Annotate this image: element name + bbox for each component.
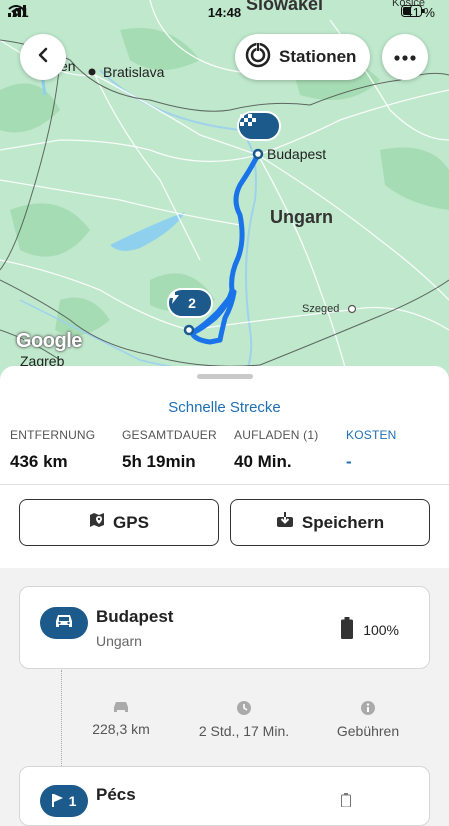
stop-title: Pécs [96, 785, 136, 804]
route-connector [61, 670, 62, 770]
stat-cost-label: KOSTEN [346, 428, 397, 442]
stop-subtitle: Ungarn [96, 633, 142, 649]
battery-level-value: 100% [363, 621, 399, 638]
google-attribution: Google [16, 330, 82, 352]
status-time: 14:48 [207, 5, 242, 20]
stat-duration-value: 5h 19min [122, 452, 196, 471]
map-label-hungary: Ungarn [270, 207, 333, 227]
clock-icon [188, 700, 300, 719]
car-icon [54, 613, 74, 634]
sheet-drag-handle[interactable] [197, 374, 253, 379]
save-button[interactable]: Speichern [230, 499, 430, 546]
leg-distance-value: 228,3 km [92, 721, 150, 737]
map-label-slovakia: Slowakei [246, 0, 324, 14]
download-icon [276, 512, 294, 533]
info-icon [328, 700, 408, 719]
chevron-left-icon [37, 47, 49, 68]
flag-icon [51, 793, 64, 810]
stop-number: 1 [68, 793, 77, 809]
stat-distance-value: 436 km [10, 452, 68, 471]
car-outline-icon [82, 700, 160, 717]
stop-card-budapest[interactable]: Budapest Ungarn 100% [19, 586, 430, 669]
stat-charging-label: AUFLADEN (1) [234, 428, 319, 442]
stop-battery: 100% [341, 617, 399, 642]
charging-stop-count: 2 [188, 295, 196, 311]
more-options-button[interactable] [382, 34, 428, 80]
route-type-label[interactable]: Schnelle Strecke [0, 399, 449, 416]
stat-charging-value: 40 Min. [234, 452, 292, 471]
ellipsis-icon [394, 48, 416, 66]
stat-distance: ENTFERNUNG 436 km [10, 428, 95, 472]
stop-title: Budapest [96, 607, 174, 626]
back-button[interactable] [20, 34, 66, 80]
car-badge [40, 607, 88, 639]
stat-distance-label: ENTFERNUNG [10, 428, 96, 442]
leg-fees[interactable]: Gebühren [328, 700, 408, 739]
battery-level-icon [341, 793, 351, 812]
battery-level-icon [341, 617, 354, 642]
charging-stop-badge: 1 [40, 785, 88, 817]
stat-charging: AUFLADEN (1) 40 Min. [234, 428, 318, 472]
gps-button[interactable]: GPS [19, 499, 219, 546]
leg-distance: 228,3 km [82, 700, 160, 737]
map-pin-icon [89, 512, 105, 533]
stat-cost-value: - [346, 452, 352, 471]
map-label-szeged: Szeged [302, 303, 340, 315]
stations-button[interactable]: Stationen [235, 34, 371, 80]
map-label-budapest: Budapest [267, 146, 327, 162]
stat-duration-label: GESAMTDAUER [122, 428, 217, 442]
stop-card-pecs[interactable]: 1 Pécs [19, 766, 430, 826]
stat-duration: GESAMTDAUER 5h 19min [122, 428, 217, 472]
map-label-kosice: Kosice [392, 0, 426, 9]
stat-cost[interactable]: KOSTEN - [346, 428, 397, 472]
stations-label: Stationen [279, 47, 357, 66]
destination-marker[interactable] [237, 111, 281, 141]
charging-stop-marker[interactable]: 2 [167, 288, 213, 318]
leg-duration-value: 2 Std., 17 Min. [198, 723, 290, 739]
leg-fees-label: Gebühren [336, 723, 400, 739]
divider [0, 484, 449, 485]
station-target-icon [245, 41, 271, 73]
save-label: Speichern [301, 512, 385, 532]
status-bar: A1 14:48 41 % [0, 0, 449, 26]
map-label-bratislava: Bratislava [103, 64, 165, 80]
leg-duration: 2 Std., 17 Min. [188, 700, 300, 739]
gps-label: GPS [113, 512, 149, 532]
